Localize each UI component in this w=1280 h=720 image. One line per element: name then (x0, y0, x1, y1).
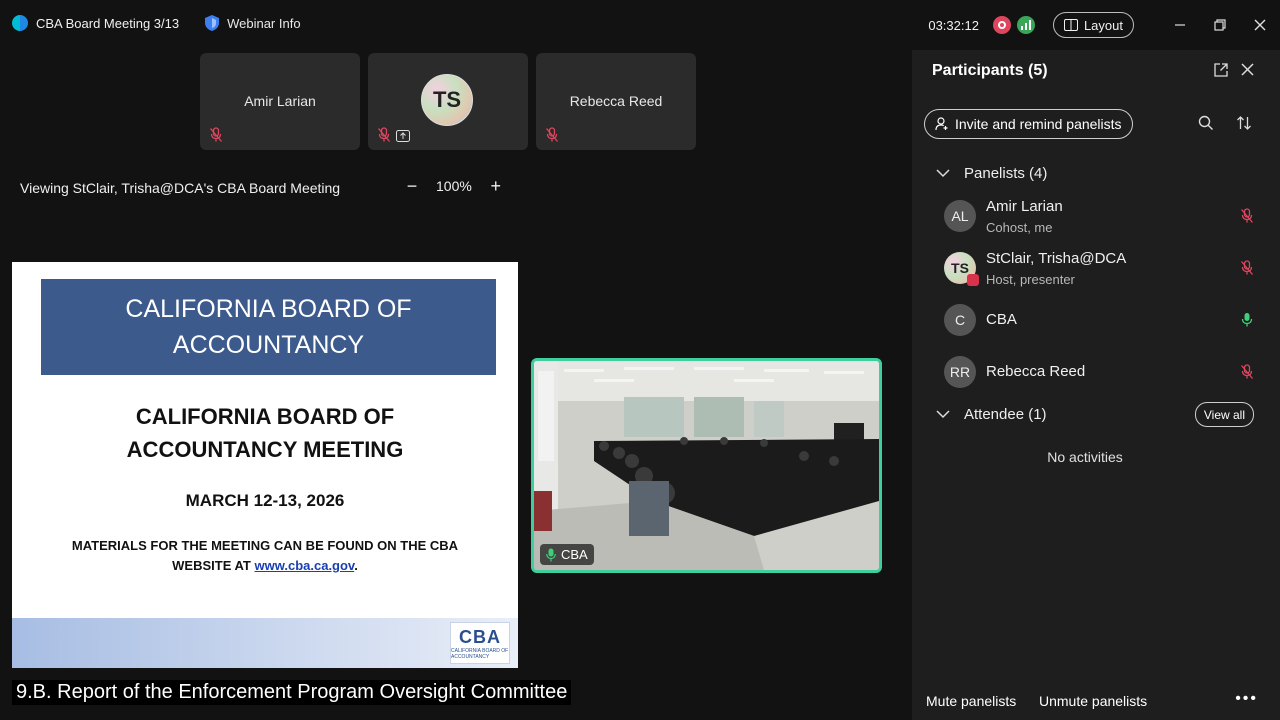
thumbnail-name: Amir Larian (244, 93, 316, 109)
participant-row-amir[interactable]: AL Amir Larian Cohost, me (944, 194, 1264, 238)
mic-muted-icon[interactable] (1240, 260, 1254, 276)
participant-name: StClair, Trisha@DCA (986, 250, 1127, 267)
avatar: RR (944, 356, 976, 388)
slide-materials: MATERIALS FOR THE MEETING CAN BE FOUND O… (12, 536, 518, 576)
invite-remind-button[interactable]: Invite and remind panelists (924, 109, 1133, 139)
participant-thumbnail-rebecca[interactable]: Rebecca Reed (536, 53, 696, 150)
cba-website-link[interactable]: www.cba.ca.gov (255, 558, 355, 573)
popout-icon[interactable] (1214, 63, 1228, 77)
slide-banner: CALIFORNIA BOARD OF ACCOUNTANCY (41, 279, 496, 375)
participants-title: Participants (5) (932, 62, 1048, 79)
slide-materials-end: . (354, 558, 358, 573)
webinar-info-link[interactable]: Webinar Info (227, 16, 300, 31)
meeting-title: CBA Board Meeting 3/13 (36, 15, 180, 31)
cba-logo-subtitle: CALIFORNIA BOARD OF ACCOUNTANCY (451, 647, 509, 660)
attendee-header-label: Attendee (1) (964, 406, 1047, 423)
mic-muted-icon (378, 127, 390, 142)
network-signal-icon[interactable] (1016, 16, 1035, 34)
minimize-button[interactable] (1160, 11, 1200, 39)
participant-thumbnail-trisha[interactable]: TS (368, 53, 528, 150)
presenter-badge-icon (967, 274, 979, 286)
avatar: TS (421, 74, 473, 126)
title-bar-left: CBA Board Meeting 3/13 Webinar Info (12, 15, 301, 31)
close-icon (1254, 19, 1266, 31)
layout-button[interactable]: Layout (1052, 12, 1134, 38)
invite-label: Invite and remind panelists (955, 116, 1122, 132)
meeting-clock: 03:32:12 (928, 17, 979, 33)
slide-heading: CALIFORNIA BOARD OF ACCOUNTANCY MEETING (126, 404, 404, 462)
cba-logo-text: CBA (459, 626, 501, 647)
recording-icon[interactable] (992, 16, 1011, 34)
shield-icon[interactable] (205, 15, 220, 31)
slide-date: MARCH 12-13, 2026 (185, 491, 345, 510)
no-activities-label: No activities (1047, 449, 1123, 465)
more-options-button[interactable]: ••• (1235, 690, 1258, 708)
avatar-initials: TS (951, 260, 969, 276)
participant-row-cba[interactable]: C CBA (944, 298, 1264, 342)
view-all-button[interactable]: View all (1194, 402, 1254, 427)
avatar: TS (944, 252, 979, 286)
zoom-controls: − 100% + (404, 176, 504, 196)
participant-thumbnail-amir[interactable]: Amir Larian (200, 53, 360, 150)
avatar: AL (944, 200, 976, 232)
zoom-in-button[interactable]: + (488, 176, 504, 196)
participant-row-rebecca[interactable]: RR Rebecca Reed (944, 350, 1264, 394)
active-speaker-video[interactable]: CBA (531, 358, 882, 573)
participant-row-trisha[interactable]: TS StClair, Trisha@DCA Host, presenter (944, 246, 1264, 290)
mic-muted-icon[interactable] (1240, 208, 1254, 224)
screen-share-icon (396, 130, 410, 142)
mute-panelists-button[interactable]: Mute panelists (926, 693, 1016, 709)
zoom-out-button[interactable]: − (404, 176, 420, 196)
participant-name: Rebecca Reed (986, 363, 1086, 380)
title-bar-right: 03:32:12 Layout (928, 11, 1280, 39)
close-window-button[interactable] (1240, 11, 1280, 39)
sort-icon[interactable] (1236, 115, 1252, 131)
close-panel-icon[interactable] (1241, 63, 1254, 76)
participant-name: CBA (986, 311, 1017, 328)
mic-muted-icon (546, 127, 558, 142)
slide-footer: CBA CALIFORNIA BOARD OF ACCOUNTANCY (12, 618, 518, 668)
participant-role: Host, presenter (986, 272, 1075, 287)
webex-logo-icon (12, 15, 28, 31)
minimize-icon (1175, 24, 1185, 26)
mic-muted-icon (210, 127, 222, 142)
meeting-room-video-frame (534, 361, 879, 570)
viewing-share-label: Viewing StClair, Trisha@DCA's CBA Board … (20, 180, 341, 196)
thumbnail-name: Rebecca Reed (569, 93, 663, 109)
unmute-panelists-button[interactable]: Unmute panelists (1039, 693, 1147, 709)
shared-slide: CALIFORNIA BOARD OF ACCOUNTANCY CALIFORN… (12, 262, 518, 668)
video-name-label: CBA (540, 544, 594, 565)
restore-button[interactable] (1200, 11, 1240, 39)
chevron-down-icon (936, 169, 950, 178)
agenda-caption: 9.B. Report of the Enforcement Program O… (12, 680, 572, 705)
mic-on-icon[interactable] (1240, 312, 1254, 328)
layout-grid-icon (1063, 19, 1078, 31)
video-name: CBA (561, 547, 588, 562)
restore-icon (1214, 19, 1226, 31)
search-icon[interactable] (1198, 115, 1214, 131)
panelists-header-label: Panelists (4) (964, 165, 1048, 182)
panelists-section-header[interactable]: Panelists (4) (936, 165, 1047, 182)
avatar: C (944, 304, 976, 336)
chevron-down-icon (936, 410, 950, 419)
cba-logo: CBA CALIFORNIA BOARD OF ACCOUNTANCY (450, 622, 510, 664)
layout-label: Layout (1083, 17, 1123, 33)
participants-panel: Participants (5) Invite and remind panel… (912, 50, 1280, 720)
mic-on-icon (546, 548, 556, 561)
mic-muted-icon[interactable] (1240, 364, 1254, 380)
zoom-level: 100% (436, 178, 472, 194)
participant-role: Cohost, me (986, 220, 1053, 235)
participant-name: Amir Larian (986, 198, 1063, 215)
title-bar: CBA Board Meeting 3/13 Webinar Info 03:3… (0, 0, 1280, 50)
attendee-section-header[interactable]: Attendee (1) (936, 406, 1047, 423)
person-add-icon (935, 117, 948, 131)
